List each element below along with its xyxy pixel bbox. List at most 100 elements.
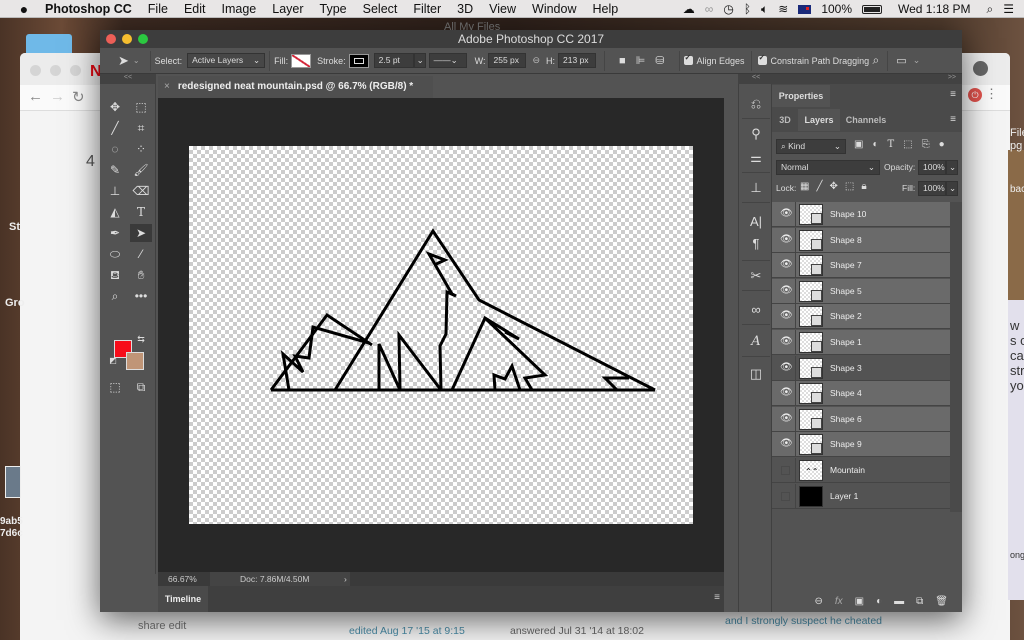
- layer-row[interactable]: Layer 1: [772, 483, 952, 509]
- status-menu-arrow[interactable]: ›: [344, 572, 347, 586]
- bucket-tool-icon[interactable]: ⛾: [104, 266, 126, 284]
- menu-app[interactable]: Photoshop CC: [45, 2, 132, 16]
- timeline-tab[interactable]: Timeline: [158, 586, 208, 612]
- paint-bucket-tool-icon[interactable]: ◭: [104, 203, 126, 221]
- layers-scrollbar[interactable]: [950, 202, 962, 512]
- pen-tool-icon[interactable]: ✒: [104, 224, 126, 242]
- menu-image[interactable]: Image: [222, 2, 257, 16]
- layer-visibility-toggle[interactable]: 👁︎: [774, 381, 796, 407]
- zoom-tool-icon[interactable]: ⌕: [104, 287, 126, 305]
- menu-file[interactable]: File: [148, 2, 168, 16]
- layer-visibility-toggle[interactable]: 👁︎: [774, 202, 796, 227]
- menu-type[interactable]: Type: [320, 2, 347, 16]
- tab-properties[interactable]: Properties: [772, 85, 830, 107]
- stroke-type-dropdown[interactable]: ——⌄: [428, 53, 467, 68]
- stroke-swatch[interactable]: [348, 53, 369, 68]
- width-field[interactable]: 255 px: [488, 53, 527, 68]
- move-tool-icon[interactable]: ✥: [104, 98, 126, 116]
- layer-row[interactable]: 👁︎ Shape 10: [772, 202, 952, 227]
- ellipse-tool-icon[interactable]: ⬭: [104, 245, 126, 263]
- delete-layer-icon[interactable]: 🗑︎: [935, 596, 948, 607]
- path-operations-icon[interactable]: ■: [619, 55, 626, 67]
- search-icon[interactable]: ⌕: [873, 53, 880, 68]
- stroke-width-field[interactable]: 2.5 pt: [373, 53, 414, 68]
- blend-mode-dropdown[interactable]: Normal ⌄: [776, 160, 880, 175]
- window-zoom-icon[interactable]: [138, 34, 148, 44]
- path-alignment-icon[interactable]: ⊫: [636, 54, 646, 67]
- volume-icon[interactable]: 🔈︎: [761, 2, 768, 17]
- layer-row[interactable]: 👁︎ Shape 9: [772, 432, 952, 458]
- eye-icon[interactable]: 👁︎: [780, 209, 793, 219]
- window-close-icon[interactable]: [106, 34, 116, 44]
- eye-icon[interactable]: 👁︎: [780, 285, 793, 296]
- visibility-empty-icon[interactable]: [781, 491, 790, 501]
- filter-toggle[interactable]: ●: [939, 139, 945, 150]
- tool-presets-icon[interactable]: ✂: [744, 266, 768, 286]
- background-color-swatch[interactable]: [126, 352, 144, 370]
- cloud-upload-icon[interactable]: ☁: [683, 2, 695, 16]
- quick-selection-tool-icon[interactable]: ⁘: [130, 140, 152, 158]
- layer-style-icon[interactable]: fx: [835, 596, 843, 607]
- eye-icon[interactable]: 👁︎: [780, 388, 793, 398]
- profile-icon[interactable]: [973, 61, 988, 76]
- close-icon[interactable]: [30, 65, 41, 76]
- fill-field[interactable]: 100%: [918, 181, 946, 196]
- new-layer-icon[interactable]: ⧉: [916, 596, 923, 607]
- creative-cloud-icon[interactable]: ∞: [705, 2, 714, 16]
- menu-select[interactable]: Select: [363, 2, 398, 16]
- align-edges-checkbox[interactable]: [683, 53, 693, 65]
- zoom-icon[interactable]: [70, 65, 81, 76]
- eyedropper-tool-icon[interactable]: ⁄: [130, 245, 152, 263]
- adjustments-icon[interactable]: ⚌: [744, 148, 768, 168]
- lock-artboard-icon[interactable]: ⬚: [845, 181, 854, 192]
- link-layers-icon[interactable]: ⊖: [814, 596, 822, 607]
- default-colors-icon[interactable]: ◩: [102, 352, 124, 370]
- forward-icon[interactable]: →: [50, 88, 65, 105]
- fill-swatch[interactable]: [291, 53, 312, 68]
- opacity-field[interactable]: 100%: [918, 160, 946, 175]
- type-tool-icon[interactable]: T: [130, 203, 152, 221]
- document-tab[interactable]: × redesigned neat mountain.psd @ 66.7% (R…: [158, 76, 433, 98]
- lock-pixels-icon[interactable]: ╱: [816, 181, 822, 192]
- share-edit-links[interactable]: share edit: [138, 620, 186, 632]
- toolbar-collapse[interactable]: <<: [100, 74, 156, 84]
- layer-row[interactable]: 👁︎ Shape 7: [772, 253, 952, 279]
- chevron-down-icon[interactable]: ⌄: [133, 56, 140, 65]
- clone-source-icon[interactable]: ⊥: [744, 178, 768, 198]
- eye-icon[interactable]: 👁︎: [780, 311, 793, 321]
- tab-layers[interactable]: Layers: [798, 109, 840, 131]
- path-arrangement-icon[interactable]: ⛁: [655, 54, 664, 67]
- screen-mode-icon[interactable]: ⧉: [130, 378, 152, 396]
- filter-pixel-icon[interactable]: ▣: [854, 139, 863, 150]
- menu-layer[interactable]: Layer: [272, 2, 303, 16]
- input-source-flag-icon[interactable]: [798, 4, 812, 14]
- battery-icon[interactable]: [862, 4, 883, 14]
- filter-smart-object-icon[interactable]: ⎘: [922, 139, 930, 150]
- layer-visibility-toggle[interactable]: 👁︎: [774, 355, 796, 381]
- timeline-menu-icon[interactable]: ≡: [714, 592, 720, 603]
- layer-visibility-toggle[interactable]: 👁︎: [774, 330, 796, 355]
- panels-collapse[interactable]: << >>: [738, 74, 962, 84]
- layer-visibility-toggle[interactable]: 👁︎: [774, 432, 796, 458]
- spot-healing-tool-icon[interactable]: ✎: [104, 161, 126, 179]
- spotlight-search-icon[interactable]: ⌕: [987, 2, 994, 17]
- zoom-level[interactable]: 66.67%: [168, 572, 197, 586]
- properties-menu-icon[interactable]: ≡: [950, 89, 956, 100]
- layer-visibility-toggle[interactable]: 👁︎: [774, 278, 796, 304]
- eye-icon[interactable]: 👁︎: [780, 234, 793, 245]
- edited-link[interactable]: edited Aug 17 '15 at 9:15: [349, 625, 465, 637]
- path-selection-tool-icon[interactable]: ➤: [130, 224, 152, 242]
- tab-channels[interactable]: Channels: [840, 109, 892, 131]
- layer-row[interactable]: 👁︎ Shape 2: [772, 304, 952, 330]
- menu-window[interactable]: Window: [532, 2, 576, 16]
- layer-visibility-toggle[interactable]: 👁︎: [774, 227, 796, 253]
- 3d-icon[interactable]: ◫: [744, 364, 768, 384]
- menu-filter[interactable]: Filter: [413, 2, 441, 16]
- eye-icon[interactable]: 👁︎: [780, 362, 793, 373]
- layer-row[interactable]: 👁︎ Shape 4: [772, 381, 952, 407]
- eye-icon[interactable]: 👁︎: [780, 439, 793, 449]
- layer-row[interactable]: 👁︎ Shape 3: [772, 355, 952, 381]
- eraser-tool-icon[interactable]: ⌫: [130, 182, 152, 200]
- apple-icon[interactable]: ●: [16, 1, 32, 17]
- filter-type-icon[interactable]: T: [888, 139, 895, 150]
